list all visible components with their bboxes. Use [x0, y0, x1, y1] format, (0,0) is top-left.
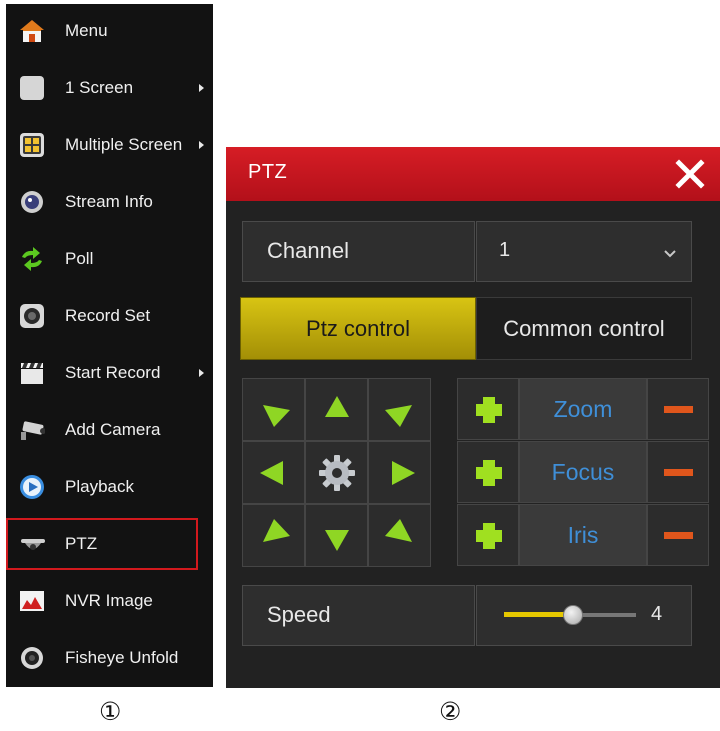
focus-far-button[interactable] [647, 441, 709, 503]
submenu-arrow-icon [199, 84, 204, 92]
channel-label: Channel [267, 238, 349, 263]
menu-item-label: Add Camera [65, 420, 161, 439]
iris-close-button[interactable] [647, 504, 709, 566]
tilt-down-button[interactable] [305, 504, 368, 567]
camera-icon [19, 417, 45, 443]
arrow-down-left-icon [385, 405, 412, 427]
menu-item-label: Multiple Screen [65, 135, 183, 154]
menu-item-label: Poll [65, 249, 94, 268]
tab-common-control[interactable]: Common control [476, 297, 692, 360]
menu-item-ptz[interactable]: PTZ [6, 518, 198, 570]
dialog-title: PTZ [248, 161, 288, 183]
pan-down-left-button[interactable] [242, 504, 305, 567]
nvr-image-icon [19, 588, 45, 614]
submenu-arrow-icon [199, 141, 204, 149]
dialog-header: PTZ [226, 147, 720, 201]
caption-1: ① [99, 697, 122, 726]
plus-icon [476, 460, 502, 486]
arrow-up-left-icon [385, 519, 412, 542]
menu-item-add-camera[interactable]: Add Camera [6, 404, 213, 456]
channel-label-box: Channel [242, 221, 475, 282]
menu-item-label: Record Set [65, 306, 151, 325]
menu-item-label: Playback [65, 477, 134, 496]
focus-label: Focus [519, 441, 647, 503]
tilt-up-button[interactable] [305, 378, 368, 441]
context-menu: Menu 1 Screen Multiple Screen Stream Inf… [6, 4, 213, 687]
zoom-out-button[interactable] [647, 378, 709, 440]
minus-icon [664, 406, 693, 413]
poll-icon [19, 246, 45, 272]
iris-open-button[interactable] [457, 504, 519, 566]
menu-item-label: Menu [65, 21, 108, 40]
arrow-left-icon [260, 461, 283, 485]
menu-item-nvr-image[interactable]: NVR Image [6, 575, 213, 627]
speed-label: Speed [267, 602, 331, 627]
arrow-down-right-icon [263, 405, 290, 427]
menu-item-label: Stream Info [65, 192, 153, 211]
speed-label-box: Speed [242, 585, 475, 646]
plus-icon [476, 523, 502, 549]
menu-item-label: 1 Screen [65, 78, 134, 97]
menu-item-multiple-screen[interactable]: Multiple Screen [6, 119, 213, 171]
menu-item-record-set[interactable]: Record Set [6, 290, 213, 342]
gear-icon [319, 455, 355, 491]
iris-label: Iris [519, 504, 647, 566]
speed-value: 4 [651, 603, 663, 625]
caption-2: ② [439, 697, 462, 726]
menu-item-label: PTZ [65, 534, 98, 553]
pan-left-button[interactable] [242, 441, 305, 504]
arrow-up-icon [325, 396, 349, 417]
speed-slider-handle[interactable] [563, 605, 583, 625]
multi-screen-icon [19, 132, 45, 158]
playback-icon [19, 474, 45, 500]
single-screen-icon [19, 75, 45, 101]
menu-item-start-record[interactable]: Start Record [6, 347, 213, 399]
menu-item-menu[interactable]: Menu [6, 5, 213, 57]
menu-item-stream-info[interactable]: Stream Info [6, 176, 213, 228]
close-icon[interactable] [674, 158, 706, 190]
menu-item-playback[interactable]: Playback [6, 461, 213, 513]
chevron-down-icon [663, 246, 677, 264]
menu-item-1-screen[interactable]: 1 Screen [6, 62, 213, 114]
plus-icon [476, 397, 502, 423]
menu-item-poll[interactable]: Poll [6, 233, 213, 285]
zoom-label: Zoom [519, 378, 647, 440]
channel-value: 1 [499, 239, 511, 261]
channel-select[interactable]: 1 [476, 221, 692, 282]
ptz-settings-button[interactable] [305, 441, 368, 504]
pan-up-right-button[interactable] [368, 378, 431, 441]
menu-item-label: Fisheye Unfold [65, 648, 179, 667]
pan-up-left-button[interactable] [242, 378, 305, 441]
arrow-down-icon [325, 530, 349, 551]
menu-item-label: NVR Image [65, 591, 153, 610]
tab-ptz-control[interactable]: Ptz control [240, 297, 476, 360]
submenu-arrow-icon [199, 369, 204, 377]
dome-camera-icon [19, 531, 45, 557]
menu-item-fisheye-unfold[interactable]: Fisheye Unfold [6, 632, 213, 684]
minus-icon [664, 532, 693, 539]
pan-down-right-button[interactable] [368, 504, 431, 567]
menu-item-label: Start Record [65, 363, 161, 382]
focus-near-button[interactable] [457, 441, 519, 503]
zoom-in-button[interactable] [457, 378, 519, 440]
ptz-dialog: PTZ Channel 1 Ptz control Common control [226, 147, 720, 688]
arrow-right-icon [392, 461, 415, 485]
house-icon [19, 18, 45, 44]
minus-icon [664, 469, 693, 476]
fisheye-icon [19, 645, 45, 671]
clapperboard-icon [19, 360, 45, 386]
pan-right-button[interactable] [368, 441, 431, 504]
arrow-up-right-icon [263, 519, 290, 542]
record-set-icon [19, 303, 45, 329]
speed-slider-fill [504, 612, 572, 617]
stream-info-icon [19, 189, 45, 215]
